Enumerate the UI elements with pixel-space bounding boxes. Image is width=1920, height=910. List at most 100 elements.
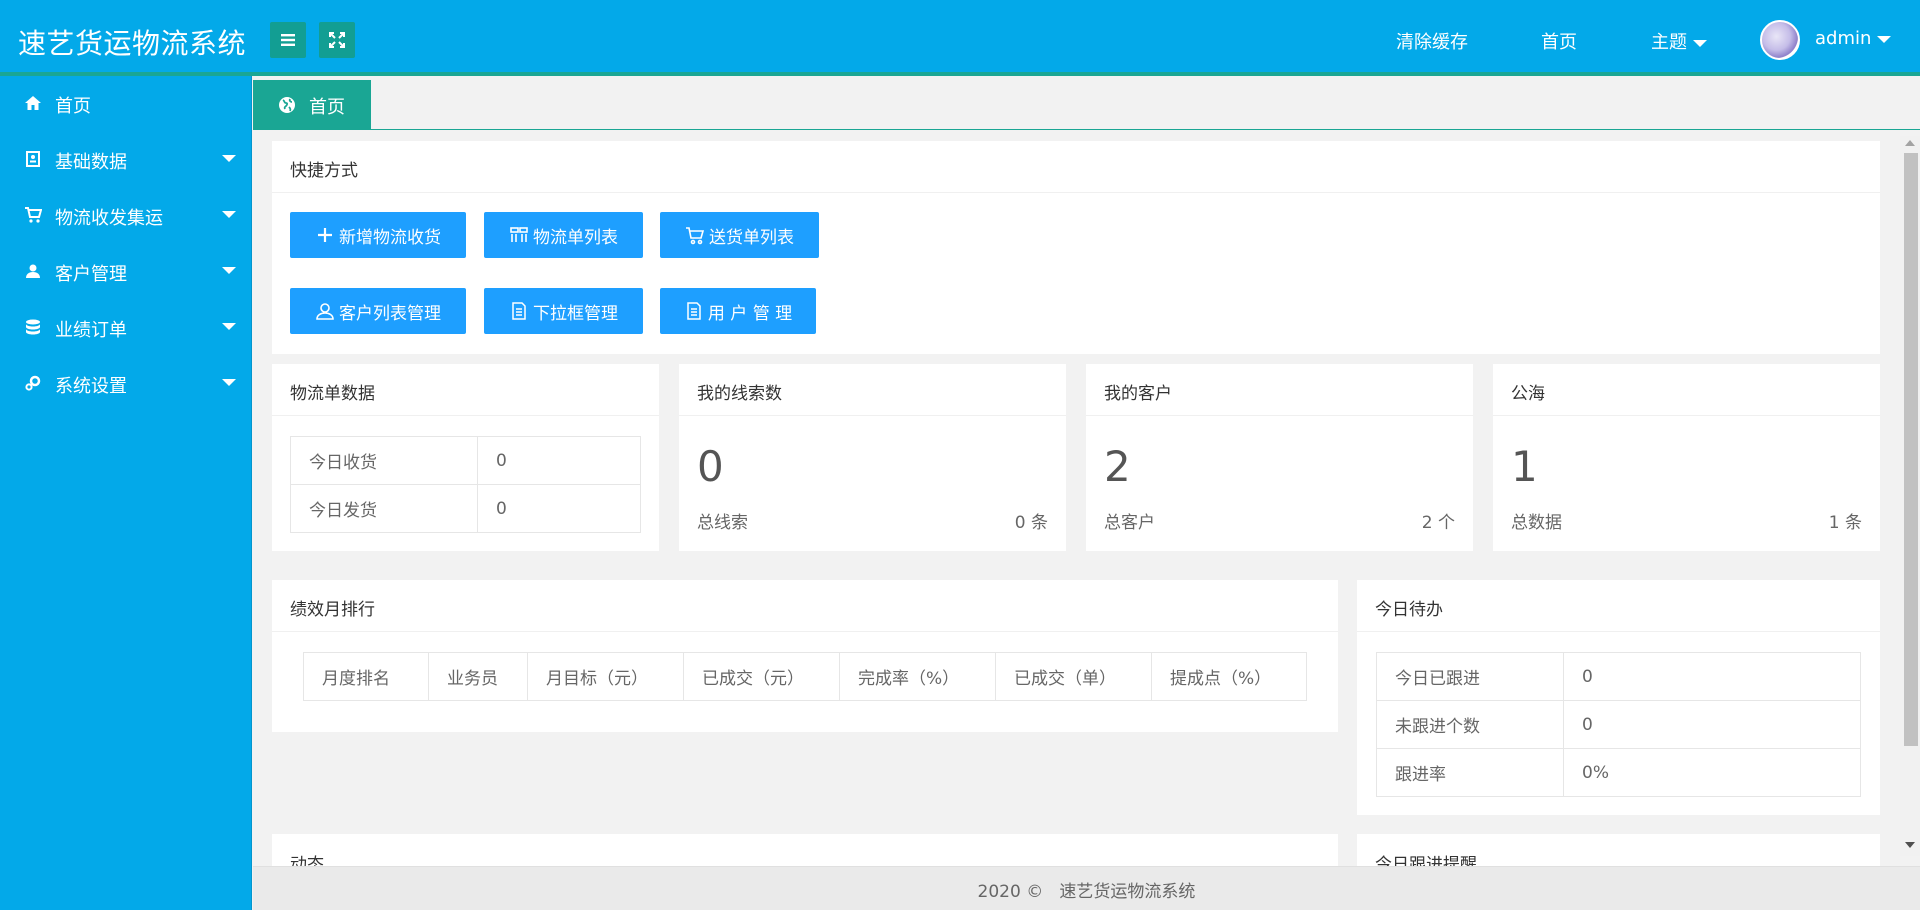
tab-bar: 首页 [253, 80, 1920, 130]
card-header: 公海 [1493, 364, 1880, 416]
customer-list-button[interactable]: 客户列表管理 [290, 288, 466, 334]
table-row: 跟进率 0% [1376, 748, 1861, 797]
sidebar: 首页 基础数据 物流收发集运 客户管理 业绩订单 系统设置 [0, 76, 252, 910]
stat-label: 总线索 [697, 513, 748, 533]
cart-icon [686, 227, 705, 245]
todo-table: 今日已跟进 0 未跟进个数 0 跟进率 0% [1376, 652, 1861, 797]
sidebar-item-logistics[interactable]: 物流收发集运 [0, 195, 252, 235]
row-label: 今日已跟进 [1376, 652, 1564, 701]
card-title: 我的客户 [1104, 384, 1172, 404]
add-logistics-receipt-button[interactable]: 新增物流收货 [290, 212, 466, 258]
sidebar-item-customers[interactable]: 客户管理 [0, 251, 252, 291]
sidebar-item-label: 客户管理 [55, 264, 127, 285]
card-title: 物流单数据 [290, 384, 375, 404]
scrollbar-thumb[interactable] [1904, 153, 1918, 746]
document-icon [512, 302, 526, 320]
clear-cache-link[interactable]: 清除缓存 [1396, 28, 1468, 54]
user-icon [316, 303, 334, 320]
table-row: 今日已跟进 0 [1376, 652, 1861, 701]
button-label: 用 户 管 理 [707, 303, 793, 324]
menu-toggle-button[interactable] [270, 22, 306, 58]
delivery-list-button[interactable]: 送货单列表 [660, 212, 819, 258]
scroll-down-arrow-icon[interactable] [1905, 842, 1915, 848]
chevron-down-icon [222, 323, 236, 330]
card-header: 今日待办 [1357, 580, 1880, 632]
row-label: 今日收货 [290, 436, 478, 485]
card-header: 我的客户 [1086, 364, 1473, 416]
leads-stat-card: 我的线索数 0 总线索 0 条 [679, 364, 1066, 551]
app-title: 速艺货运物流系统 [18, 27, 247, 60]
user-icon [26, 264, 40, 278]
column-header: 提成点（%） [1151, 652, 1307, 701]
button-label: 送货单列表 [709, 227, 794, 248]
sidebar-item-basic-data[interactable]: 基础数据 [0, 139, 252, 179]
sidebar-item-settings[interactable]: 系统设置 [0, 363, 252, 403]
dropdown-management-button[interactable]: 下拉框管理 [484, 288, 643, 334]
ranking-table: 月度排名 业务员 月目标（元） 已成交（元） 完成率（%） 已成交（单） 提成点… [303, 652, 1307, 701]
card-title: 动态 [290, 855, 324, 866]
chevron-down-icon [1693, 39, 1707, 47]
scroll-up-arrow-icon[interactable] [1905, 140, 1915, 146]
row-value: 0 [477, 436, 641, 485]
copyright-text: 2020 © 速艺货运物流系统 [977, 882, 1196, 902]
user-menu[interactable]: admin [1815, 28, 1892, 49]
theme-label: 主题 [1651, 32, 1687, 53]
fullscreen-button[interactable] [319, 22, 355, 58]
stat-value: 0 [697, 442, 724, 491]
button-label: 下拉框管理 [533, 303, 618, 324]
content-scrollbar[interactable] [1900, 136, 1920, 856]
public-pool-stat-card: 公海 1 总数据 1 条 [1493, 364, 1880, 551]
sidebar-item-label: 基础数据 [55, 152, 127, 173]
activity-card: 动态 [272, 834, 1338, 866]
monthly-ranking-card: 绩效月排行 月度排名 业务员 月目标（元） 已成交（元） 完成率（%） 已成交（… [272, 580, 1338, 732]
card-title: 今日跟进提醒 [1375, 855, 1477, 866]
table-header-row: 月度排名 业务员 月目标（元） 已成交（元） 完成率（%） 已成交（单） 提成点… [303, 652, 1307, 701]
home-icon [25, 96, 41, 110]
stat-count: 1 条 [1828, 513, 1862, 533]
grid-icon [510, 227, 528, 242]
chevron-down-icon [222, 267, 236, 274]
sidebar-item-label: 系统设置 [55, 376, 127, 397]
table-row: 未跟进个数 0 [1376, 700, 1861, 749]
logistics-list-button[interactable]: 物流单列表 [484, 212, 643, 258]
sidebar-item-home[interactable]: 首页 [0, 83, 252, 123]
menu-icon [281, 34, 295, 46]
card-title: 今日待办 [1375, 600, 1443, 620]
column-header: 已成交（元） [683, 652, 840, 701]
chevron-down-icon [222, 211, 236, 218]
home-link[interactable]: 首页 [1541, 28, 1577, 54]
stat-value: 2 [1104, 442, 1131, 491]
stat-count: 2 个 [1421, 513, 1455, 533]
logistics-data-card: 物流单数据 今日收货 0 今日发货 0 [272, 364, 659, 551]
card-header: 绩效月排行 [272, 580, 1338, 632]
card-title: 我的线索数 [697, 384, 782, 404]
card-header: 快捷方式 [272, 141, 1880, 193]
tab-home[interactable]: 首页 [253, 80, 371, 130]
chevron-down-icon [222, 379, 236, 386]
column-header: 完成率（%） [839, 652, 996, 701]
row-label: 未跟进个数 [1376, 700, 1564, 749]
row-value: 0 [1563, 700, 1861, 749]
user-management-button[interactable]: 用 户 管 理 [660, 288, 816, 334]
avatar[interactable] [1760, 20, 1800, 60]
row-value: 0 [1563, 652, 1861, 701]
sidebar-item-label: 物流收发集运 [55, 208, 163, 229]
theme-menu[interactable]: 主题 [1651, 28, 1707, 54]
plus-icon [318, 228, 332, 242]
row-label: 今日发货 [290, 484, 478, 533]
row-value: 0 [477, 484, 641, 533]
tab-label: 首页 [309, 97, 345, 118]
document-icon [687, 302, 701, 320]
card-title: 公海 [1511, 384, 1545, 404]
button-label: 新增物流收货 [339, 227, 441, 248]
cart-icon [25, 207, 42, 223]
chevron-down-icon [222, 155, 236, 162]
column-header: 月度排名 [303, 652, 429, 701]
sidebar-item-orders[interactable]: 业绩订单 [0, 307, 252, 347]
card-header: 物流单数据 [272, 364, 659, 416]
quick-access-card: 快捷方式 新增物流收货 物流单列表 送货单列表 客户列表管理 下拉框管理 用 户… [272, 141, 1880, 354]
logistics-data-table: 今日收货 0 今日发货 0 [290, 436, 641, 533]
row-value: 0% [1563, 748, 1861, 797]
follow-up-reminder-card: 今日跟进提醒 [1357, 834, 1880, 866]
button-label: 客户列表管理 [339, 303, 441, 324]
